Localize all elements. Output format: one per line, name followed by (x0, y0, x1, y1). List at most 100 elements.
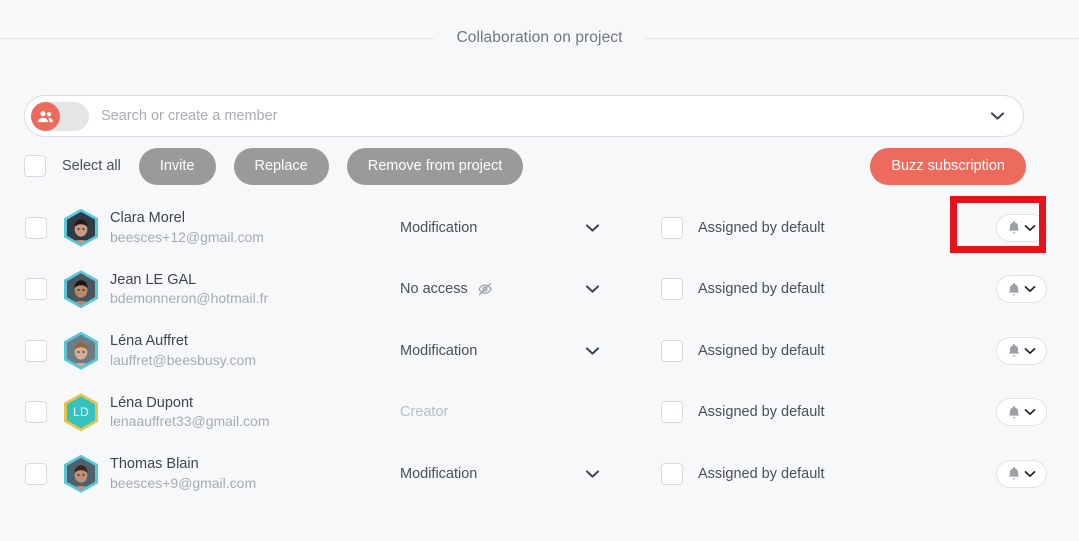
member-name: Léna Dupont (110, 394, 194, 411)
member-name: Thomas Blain (110, 456, 199, 473)
notification-dropdown-button[interactable] (996, 459, 1047, 488)
access-level[interactable]: Modification (400, 220, 575, 236)
bell-icon (1007, 405, 1021, 420)
access-level[interactable]: No access (400, 281, 575, 297)
avatar-hex-border (64, 331, 98, 370)
page-title: Collaboration on project (456, 29, 623, 46)
header-title-row: Collaboration on project (0, 29, 1079, 47)
access-level-label: Modification (400, 465, 478, 482)
table-row[interactable]: Clara Morel beesces+12@gmail.com Modificat… (0, 197, 1079, 259)
member-type-toggle[interactable] (31, 101, 89, 131)
chevron-down-icon (1024, 224, 1036, 232)
buzz-subscription-button[interactable]: Buzz subscription (870, 147, 1026, 185)
assigned-by-default-group[interactable]: Assigned by default (661, 462, 825, 485)
access-level-chevron-down-icon[interactable] (575, 223, 609, 233)
assigned-by-default-group[interactable]: Assigned by default (661, 278, 825, 301)
remove-from-project-button[interactable]: Remove from project (346, 147, 524, 185)
member-email: lenaauffret33@gmail.com (110, 413, 270, 430)
assigned-by-default-checkbox[interactable] (661, 401, 683, 424)
select-all-checkbox[interactable] (24, 155, 46, 177)
member-select-checkbox[interactable] (25, 216, 47, 239)
member-select-checkbox[interactable] (25, 339, 47, 362)
avatar (64, 270, 98, 309)
access-level-chevron-down-icon[interactable] (575, 346, 609, 356)
notification-dropdown-button[interactable] (996, 398, 1047, 427)
member-identity: Jean LE GAL bdemonneron@hotmail.fr (110, 271, 400, 308)
notification-dropdown-button[interactable] (996, 275, 1047, 304)
access-level-label: Creator (400, 404, 449, 421)
search-input[interactable] (101, 101, 990, 131)
member-identity: Léna Auffret lauffret@beesbusy.com (110, 332, 400, 369)
title-rule-left (0, 37, 435, 39)
bell-icon (1007, 282, 1021, 297)
avatar-photo (67, 334, 95, 367)
chevron-down-icon (1024, 408, 1036, 416)
notification-dropdown-button[interactable] (996, 213, 1047, 242)
member-list: Clara Morel beesces+12@gmail.com Modificat… (0, 197, 1079, 505)
avatar-hex-border (64, 208, 98, 247)
invite-button[interactable]: Invite (138, 147, 216, 185)
access-level-label: Modification (400, 219, 478, 236)
assigned-by-default-checkbox[interactable] (661, 339, 683, 362)
access-level-chevron-down-icon[interactable] (575, 469, 609, 479)
access-level[interactable]: Modification (400, 466, 575, 482)
avatar: LD (64, 393, 98, 432)
bulk-action-toolbar: Select all Invite Replace Remove from pr… (24, 147, 1026, 185)
table-row[interactable]: Léna Auffret lauffret@beesbusy.com Modific… (0, 320, 1079, 382)
eye-off-icon (477, 281, 493, 297)
avatar-photo (67, 273, 95, 306)
assigned-by-default-label: Assigned by default (698, 281, 825, 298)
chevron-down-icon (1024, 285, 1036, 293)
assigned-by-default-checkbox[interactable] (661, 216, 683, 239)
bell-icon (1007, 220, 1021, 235)
avatar-hex-border: LD (64, 393, 98, 432)
assigned-by-default-checkbox[interactable] (661, 278, 683, 301)
notification-dropdown[interactable] (996, 275, 1047, 304)
notification-dropdown[interactable] (996, 336, 1047, 365)
chevron-down-icon (1024, 347, 1036, 355)
avatar-photo (67, 457, 95, 490)
member-name: Jean LE GAL (110, 271, 197, 288)
avatar-hex-border (64, 454, 98, 493)
access-level[interactable]: Modification (400, 343, 575, 359)
assigned-by-default-group[interactable]: Assigned by default (661, 401, 825, 424)
avatar (64, 208, 98, 247)
table-row[interactable]: LD Léna Dupont lenaauffret33@gmail.com Crea… (0, 382, 1079, 444)
notification-dropdown[interactable] (996, 398, 1047, 427)
table-row[interactable]: Jean LE GAL bdemonneron@hotmail.fr No acce… (0, 259, 1079, 321)
member-name: Léna Auffret (110, 333, 188, 350)
select-all-label: Select all (62, 158, 121, 174)
avatar (64, 454, 98, 493)
chevron-down-icon[interactable] (990, 111, 1005, 121)
member-identity: Léna Dupont lenaauffret33@gmail.com (110, 394, 400, 431)
assigned-by-default-group[interactable]: Assigned by default (661, 339, 825, 362)
member-email: bdemonneron@hotmail.fr (110, 290, 269, 307)
member-name: Clara Morel (110, 210, 185, 227)
member-email: beesces+9@gmail.com (110, 474, 257, 491)
assigned-by-default-checkbox[interactable] (661, 462, 683, 485)
assigned-by-default-label: Assigned by default (698, 342, 825, 359)
member-search-bar[interactable] (24, 95, 1024, 137)
replace-button[interactable]: Replace (233, 147, 329, 185)
access-level-label: Modification (400, 342, 478, 359)
member-identity: Clara Morel beesces+12@gmail.com (110, 209, 400, 246)
notification-dropdown[interactable] (996, 213, 1047, 242)
notification-dropdown-button[interactable] (996, 336, 1047, 365)
notification-dropdown[interactable] (996, 459, 1047, 488)
bell-icon (1007, 343, 1021, 358)
member-select-checkbox[interactable] (25, 462, 47, 485)
panel-header: Collaboration on project (0, 0, 1079, 80)
bell-icon (1007, 466, 1021, 481)
avatar (64, 331, 98, 370)
access-level-chevron-down-icon[interactable] (575, 284, 609, 294)
chevron-down-icon (1024, 470, 1036, 478)
avatar-initials: LD (67, 396, 95, 429)
assigned-by-default-group[interactable]: Assigned by default (661, 216, 825, 239)
access-level: Creator (400, 404, 575, 420)
table-row[interactable]: Thomas Blain beesces+9@gmail.com Modificat… (0, 443, 1079, 505)
avatar-photo (67, 211, 95, 244)
member-select-checkbox[interactable] (25, 401, 47, 424)
member-select-checkbox[interactable] (25, 278, 47, 301)
title-rule-right (644, 37, 1079, 39)
access-level-label: No access (400, 281, 468, 298)
